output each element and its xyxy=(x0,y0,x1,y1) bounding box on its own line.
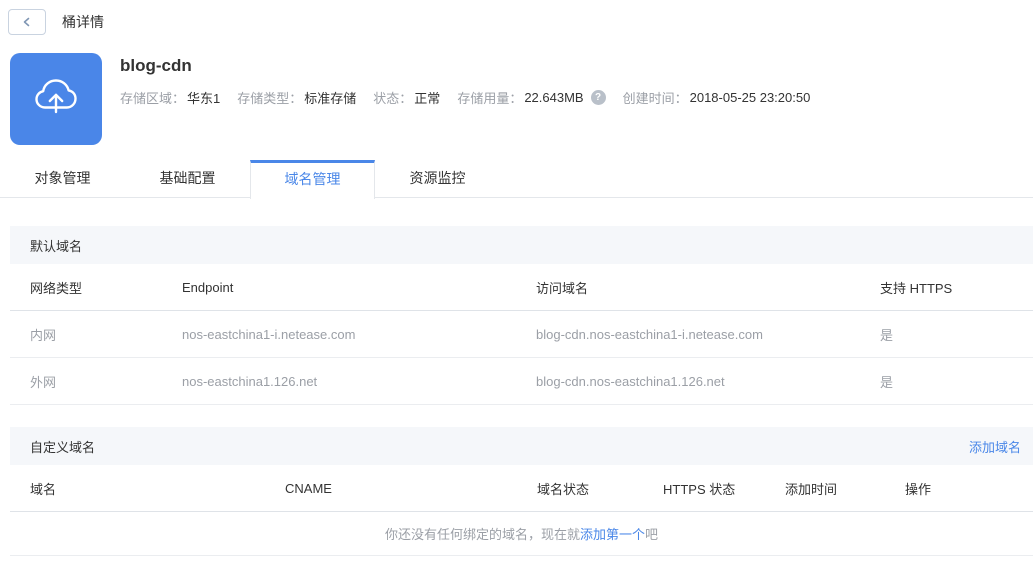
info-create-time: 创建时间： 2018-05-25 23:20:50 xyxy=(623,88,811,107)
table-header-row: 网络类型 Endpoint 访问域名 支持 HTTPS xyxy=(10,264,1033,311)
info-value: 2018-05-25 23:20:50 xyxy=(689,90,811,105)
add-first-domain-link[interactable]: 添加第一个 xyxy=(580,524,645,543)
cell-endpoint: nos-eastchina1-i.netease.com xyxy=(182,326,356,342)
info-value: 正常 xyxy=(414,91,441,106)
cell-https-supported: 是 xyxy=(880,374,894,390)
info-label: 存储区域： xyxy=(120,91,186,106)
top-bar: 桶详情 xyxy=(0,0,1033,36)
info-label: 创建时间： xyxy=(622,91,688,106)
custom-domains-section: 自定义域名 添加域名 域名 CNAME 域名状态 HTTPS 状态 添加时间 操… xyxy=(10,427,1033,556)
table-row-external-network: 外网 nos-eastchina1.126.net blog-cdn.nos-e… xyxy=(10,358,1033,405)
cell-endpoint: nos-eastchina1.126.net xyxy=(182,373,318,389)
bucket-header: blog-cdn 存储区域： 华东1 存储类型： 标准存储 状态： 正常 存储用… xyxy=(10,53,1033,145)
info-status: 状态： 正常 xyxy=(373,88,440,107)
column-header-domain: 域名 xyxy=(30,481,57,497)
back-button[interactable] xyxy=(8,9,46,35)
cell-network-type: 内网 xyxy=(30,327,57,343)
cloud-upload-icon xyxy=(35,79,77,114)
default-domains-table: 网络类型 Endpoint 访问域名 支持 HTTPS 内网 nos-eastc… xyxy=(10,264,1033,405)
info-value: 标准存储 xyxy=(304,91,357,106)
default-domains-section-header: 默认域名 xyxy=(10,226,1033,264)
column-header-add-time: 添加时间 xyxy=(785,481,838,497)
info-storage-type: 存储类型： 标准存储 xyxy=(237,88,356,107)
cell-https-supported: 是 xyxy=(880,327,894,343)
empty-state-text: 你还没有任何绑定的域名，现在就 xyxy=(384,527,580,542)
empty-state-row: 你还没有任何绑定的域名，现在就 添加第一个吧 xyxy=(10,512,1033,556)
cell-access-domain: blog-cdn.nos-eastchina1.126.net xyxy=(536,373,725,389)
bucket-name: blog-cdn xyxy=(120,56,192,75)
column-header-network-type: 网络类型 xyxy=(30,280,83,296)
custom-domains-section-header: 自定义域名 添加域名 xyxy=(10,427,1033,465)
bucket-info-line: 存储区域： 华东1 存储类型： 标准存储 状态： 正常 存储用量： 22.643… xyxy=(120,88,827,107)
tab-basic-config[interactable]: 基础配置 xyxy=(125,160,250,198)
info-value: 华东1 xyxy=(187,91,221,106)
tab-content-domain-management: 默认域名 网络类型 Endpoint 访问域名 支持 HTTPS 内网 nos-… xyxy=(10,226,1033,556)
table-header-row: 域名 CNAME 域名状态 HTTPS 状态 添加时间 操作 xyxy=(10,465,1033,512)
info-label: 状态： xyxy=(373,91,413,106)
section-title: 自定义域名 xyxy=(30,439,96,455)
column-header-https-status: HTTPS 状态 xyxy=(663,481,736,497)
empty-state-text-suffix: 吧 xyxy=(645,527,659,542)
add-domain-button[interactable]: 添加域名 xyxy=(969,437,1021,456)
custom-domains-table: 域名 CNAME 域名状态 HTTPS 状态 添加时间 操作 你还没有任何绑定的… xyxy=(10,465,1033,556)
table-row-internal-network: 内网 nos-eastchina1-i.netease.com blog-cdn… xyxy=(10,311,1033,358)
cell-network-type: 外网 xyxy=(30,374,57,390)
section-title: 默认域名 xyxy=(30,238,83,254)
tab-object-management[interactable]: 对象管理 xyxy=(0,160,125,198)
bucket-icon xyxy=(10,53,102,145)
column-header-cname: CNAME xyxy=(285,480,332,496)
column-header-endpoint: Endpoint xyxy=(182,279,234,295)
cell-access-domain: blog-cdn.nos-eastchina1-i.netease.com xyxy=(536,326,763,342)
info-storage-region: 存储区域： 华东1 xyxy=(120,88,220,107)
help-icon[interactable]: ? xyxy=(590,90,606,105)
chevron-left-icon xyxy=(23,17,30,27)
tab-bar: 对象管理 基础配置 域名管理 资源监控 xyxy=(0,160,1033,199)
column-header-domain-status: 域名状态 xyxy=(537,481,590,497)
tab-domain-management[interactable]: 域名管理 xyxy=(250,160,375,199)
info-label: 存储用量： xyxy=(457,91,523,106)
column-header-https-supported: 支持 HTTPS xyxy=(880,280,953,296)
page-title: 桶详情 xyxy=(62,14,104,30)
bucket-meta: blog-cdn 存储区域： 华东1 存储类型： 标准存储 状态： 正常 存储用… xyxy=(120,53,827,145)
column-header-actions: 操作 xyxy=(905,481,932,497)
info-label: 存储类型： xyxy=(237,91,303,106)
tab-resource-monitor[interactable]: 资源监控 xyxy=(375,160,500,198)
info-storage-usage: 存储用量： 22.643MB ? xyxy=(457,88,606,107)
info-value: 22.643MB xyxy=(524,90,584,105)
column-header-access-domain: 访问域名 xyxy=(536,280,589,296)
